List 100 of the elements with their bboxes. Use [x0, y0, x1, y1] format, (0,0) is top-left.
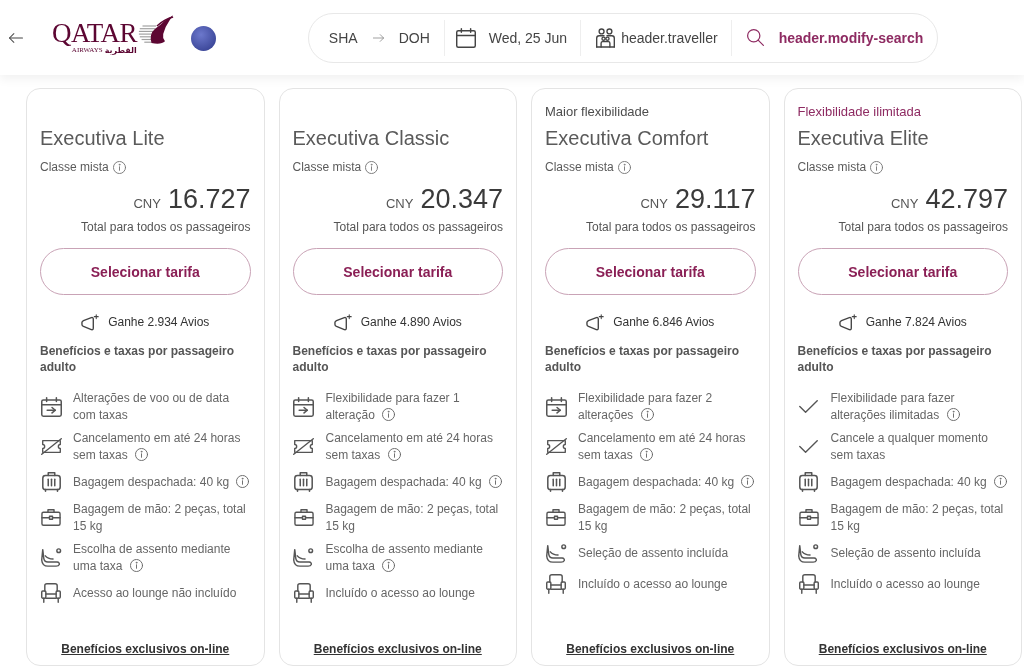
suitcase-icon — [294, 472, 313, 492]
armchair-icon — [293, 583, 314, 603]
check-icon — [799, 400, 818, 413]
info-icon — [365, 160, 379, 174]
armchair-icon — [41, 583, 61, 603]
suitcase-icon — [41, 472, 61, 492]
fare-price: 29.117 — [674, 183, 756, 215]
benefit-text: Bagagem despachada: 40 kg — [578, 474, 735, 489]
fare-name: Executiva Comfort — [545, 126, 709, 151]
benefit-text: Seleção de assento incluída — [830, 545, 981, 560]
triangle-sparkle-icon — [333, 313, 352, 331]
benefit-text: Bagagem despachada: 40 kg — [73, 474, 230, 489]
family-icon — [596, 27, 616, 48]
benefit-text: Alterações de voo ou de data com taxas — [73, 391, 230, 422]
cabin-label: Classe mista — [545, 159, 614, 175]
suitcase-icon — [546, 472, 566, 492]
benefit-text: Incluído o acesso ao lounge — [325, 585, 475, 600]
currency-code: CNY — [640, 196, 668, 211]
check-icon — [799, 440, 818, 453]
benefits-heading: Benefícios e taxas por passageiro adulto — [545, 343, 741, 375]
calendar-icon — [455, 27, 476, 48]
online-benefits-link[interactable]: Benefícios exclusivos on-line — [61, 641, 230, 657]
info-icon — [870, 160, 884, 174]
right-arrow-icon — [372, 33, 384, 42]
ticket-slash-icon — [293, 438, 314, 455]
online-benefits-link[interactable]: Benefícios exclusivos on-line — [566, 641, 735, 657]
benefit-text: Escolha de assento mediante uma taxa — [73, 542, 231, 573]
armchair-icon — [798, 574, 819, 594]
price-note: Total para todos os passageiros — [838, 219, 1008, 235]
benefits-heading: Benefícios e taxas por passageiro adulto — [797, 343, 993, 375]
info-icon — [617, 160, 631, 174]
briefcase-icon — [293, 509, 314, 526]
avios-earnings: Ganhe 7.824 Avios — [865, 314, 967, 331]
currency-code: CNY — [133, 196, 161, 211]
circle-logo-icon — [190, 26, 216, 51]
logo-emblem-icon — [137, 14, 174, 46]
briefcase-icon — [546, 509, 566, 526]
ticket-slash-icon — [40, 438, 62, 455]
online-benefits-link[interactable]: Benefícios exclusivos on-line — [818, 641, 987, 657]
brand-wordmark: QATAR — [52, 20, 137, 45]
briefcase-icon — [41, 509, 61, 526]
select-fare-button[interactable]: Selecionar tarifa — [797, 248, 1008, 295]
armchair-icon — [546, 574, 566, 594]
benefit-text: Incluído o acesso ao lounge — [830, 576, 980, 591]
search-icon — [746, 29, 764, 46]
price-note: Total para todos os passageiros — [81, 219, 251, 235]
avios-earnings: Ganhe 2.934 Avios — [108, 314, 210, 331]
select-fare-button[interactable]: Selecionar tarifa — [40, 248, 251, 295]
modify-search-button[interactable]: header.modify-search — [746, 29, 924, 46]
cabin-label: Classe mista — [797, 159, 867, 175]
benefit-text: Flexibilidade para fazer 2 alterações — [578, 391, 713, 422]
seat-icon — [293, 548, 314, 567]
fare-name: Executiva Lite — [40, 126, 165, 151]
cabin-label: Classe mista — [40, 159, 109, 175]
select-fare-button[interactable]: Selecionar tarifa — [545, 248, 756, 295]
fare-price: 42.797 — [925, 183, 1008, 215]
currency-code: CNY — [385, 196, 414, 211]
price-note: Total para todos os passageiros — [586, 219, 756, 235]
destination-code: DOH — [398, 29, 430, 46]
benefit-text: Incluído o acesso ao lounge — [578, 576, 728, 591]
benefit-text: Cancele a qualquer momento sem taxas — [830, 431, 988, 462]
benefits-heading: Benefícios e taxas por passageiro adulto — [292, 343, 488, 375]
seat-icon — [798, 543, 819, 563]
back-arrow-icon — [9, 32, 23, 43]
benefit-text: Bagagem despachada: 40 kg — [325, 474, 482, 489]
triangle-sparkle-icon — [81, 313, 100, 331]
travellers-label: header.traveller — [621, 29, 718, 46]
avios-earnings: Ganhe 4.890 Avios — [360, 314, 462, 331]
travel-date: Wed, 25 Jun — [488, 29, 568, 46]
seat-icon — [545, 543, 567, 563]
cabin-label: Classe mista — [292, 159, 362, 175]
brand-arabic-subtitle: القطرية — [104, 45, 137, 55]
benefits-heading: Benefícios e taxas por passageiro adulto — [40, 343, 236, 375]
origin-code: SHA — [328, 29, 358, 46]
select-fare-button[interactable]: Selecionar tarifa — [292, 248, 503, 295]
price-note: Total para todos os passageiros — [333, 219, 503, 235]
ticket-slash-icon — [545, 438, 567, 455]
info-icon — [112, 160, 126, 174]
benefit-text: Bagagem de mão: 2 peças, total 15 kg — [830, 502, 1004, 533]
fare-price: 20.347 — [420, 183, 503, 215]
benefit-text: Escolha de assento mediante uma taxa — [325, 542, 483, 573]
benefit-text: Bagagem de mão: 2 peças, total 15 kg — [73, 502, 246, 533]
triangle-sparkle-icon — [838, 313, 857, 331]
benefit-text: Flexibilidade para fazer 1 alteração — [325, 391, 460, 422]
benefit-text: Flexibilidade para fazer alterações ilimitadas — [830, 391, 955, 422]
fare-tag: Flexibilidade ilimitada — [797, 103, 922, 121]
currency-code: CNY — [890, 196, 919, 211]
avios-earnings: Ganhe 6.846 Avios — [613, 314, 715, 331]
benefit-text: Seleção de assento incluída — [578, 545, 729, 560]
online-benefits-link[interactable]: Benefícios exclusivos on-line — [313, 641, 482, 657]
suitcase-icon — [799, 472, 818, 492]
benefit-text: Cancelamento em até 24 horas sem taxas — [73, 431, 241, 462]
benefit-text: Bagagem despachada: 40 kg — [830, 474, 987, 489]
briefcase-icon — [798, 509, 819, 526]
seat-icon — [40, 548, 62, 567]
benefit-text: Bagagem de mão: 2 peças, total 15 kg — [325, 502, 499, 533]
benefit-text: Bagagem de mão: 2 peças, total 15 kg — [578, 502, 751, 533]
fare-name: Executiva Elite — [797, 126, 929, 151]
benefit-text: Acesso ao lounge não incluído — [73, 585, 237, 600]
fare-tag: Maior flexibilidade — [545, 103, 650, 121]
